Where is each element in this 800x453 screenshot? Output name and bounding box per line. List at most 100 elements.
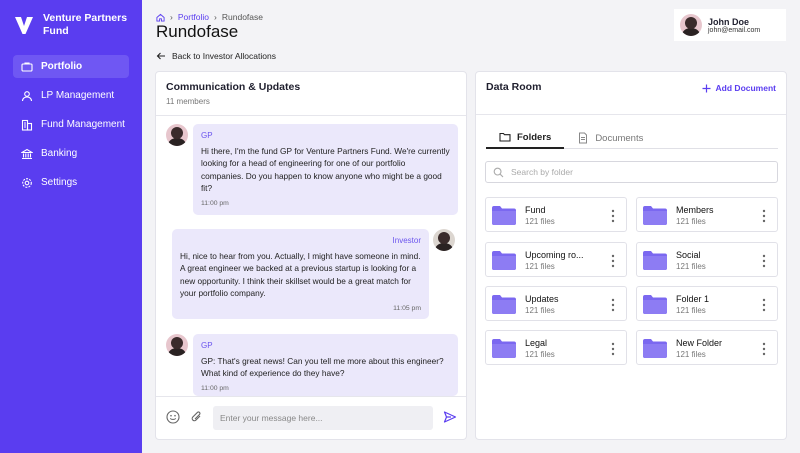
chat-members: 11 members [166,97,210,106]
folder-name: Upcoming ro... [525,250,584,260]
folder-count: 121 files [676,350,706,359]
folder-icon [492,206,516,225]
send-icon[interactable] [443,410,457,424]
more-options-icon[interactable] [761,208,767,224]
brand-name: Venture Partners Fund [43,12,128,37]
folder-icon [643,339,667,358]
paperclip-icon[interactable] [190,410,204,424]
chevron-right-icon: › [214,12,217,22]
search-input[interactable] [511,167,771,177]
sidebar-item-label: Banking [41,148,78,159]
sidebar-item-label: Fund Management [41,119,125,130]
breadcrumb-portfolio[interactable]: Portfolio [178,12,209,22]
folder-icon [643,206,667,225]
avatar [680,14,702,36]
folder-icon [492,295,516,314]
avatar [433,229,455,251]
home-icon[interactable] [156,13,165,22]
folder-name: Members [676,205,714,215]
more-options-icon[interactable] [761,297,767,313]
folder-card-fund[interactable]: Fund 121 files [485,197,627,232]
more-options-icon[interactable] [761,253,767,269]
document-icon [579,132,588,144]
sidebar-item-settings[interactable]: Settings [13,171,129,194]
folder-card-legal[interactable]: Legal 121 files [485,330,627,365]
sidebar-item-lp-management[interactable]: LP Management [13,84,129,107]
folder-card-social[interactable]: Social 121 files [636,242,778,277]
search-icon [493,167,504,177]
message-text: Hi, nice to hear from you. Actually, I m… [180,250,421,299]
message-time: 11:05 pm [393,304,421,312]
folder-name: Folder 1 [676,294,710,304]
emoji-icon[interactable] [166,410,180,424]
data-room-title: Data Room [486,81,542,93]
folder-count: 121 files [525,262,555,271]
folder-count: 121 files [525,350,555,359]
folder-card-members[interactable]: Members 121 files [636,197,778,232]
user-icon [21,90,33,101]
sidebar-item-label: Settings [41,177,78,188]
folder-icon [643,295,667,314]
folder-name: Social [676,250,701,260]
folder-card-new-folder[interactable]: New Folder 121 files [636,330,778,365]
message-time: 11:00 pm [201,384,229,392]
breadcrumb: › Portfolio › Rundofase [156,12,263,22]
chat-panel: Communication & Updates 11 members GP Hi… [155,71,467,440]
message-time: 11:00 pm [201,199,229,207]
arrow-left-icon [156,52,165,60]
folder-count: 121 files [676,217,706,226]
chevron-right-icon: › [170,12,173,22]
logo-icon [15,17,33,34]
more-options-icon[interactable] [610,208,616,224]
message-sender: Investor [392,236,421,245]
folder-card-folder-1[interactable]: Folder 1 121 files [636,286,778,321]
plus-icon [702,84,711,92]
divider [476,114,786,115]
folder-count: 121 files [676,262,706,271]
folder-icon [499,132,511,142]
message-investor: Investor Hi, nice to hear from you. Actu… [172,229,429,319]
folder-icon [492,339,516,358]
sidebar-item-fund-management[interactable]: Fund Management [13,113,129,136]
message-list[interactable]: GP Hi there, I'm the fund GP for Venture… [156,116,466,396]
back-label: Back to Investor Allocations [172,51,276,61]
folder-card-upcoming[interactable]: Upcoming ro... 121 files [485,242,627,277]
brand[interactable]: Venture Partners Fund [13,12,133,37]
back-link[interactable]: Back to Investor Allocations [156,51,276,61]
tab-documents[interactable]: Documents [564,127,656,149]
sidebar-item-banking[interactable]: Banking [13,142,129,165]
user-menu[interactable]: John Doe john@email.com [674,9,786,41]
folder-name: Legal [525,338,548,348]
message-composer [156,396,466,440]
folder-icon [643,251,667,270]
message-text: GP: That's great news! Can you tell me m… [201,355,444,379]
sidebar-item-label: Portfolio [41,61,83,72]
avatar [166,124,188,146]
folder-count: 121 files [525,217,555,226]
sidebar-item-portfolio[interactable]: Portfolio [13,55,129,78]
folder-card-updates[interactable]: Updates 121 files [485,286,627,321]
gear-icon [22,177,32,188]
message-sender: GP [201,341,213,350]
add-document-label: Add Document [715,83,776,93]
breadcrumb-current: Rundofase [221,12,263,22]
data-room-tabs: Folders Documents [486,127,778,149]
data-room-panel: Data Room Add Document Folders Documents… [475,71,787,440]
more-options-icon[interactable] [610,297,616,313]
folder-name: New Folder [676,338,723,348]
message-input[interactable] [213,406,433,430]
sidebar-item-label: LP Management [41,90,115,101]
more-options-icon[interactable] [610,341,616,357]
folder-icon [492,251,516,270]
more-options-icon[interactable] [610,253,616,269]
folder-count: 121 files [525,306,555,315]
more-options-icon[interactable] [761,341,767,357]
tab-label: Folders [517,131,552,143]
message-sender: GP [201,131,213,140]
tab-folders[interactable]: Folders [486,127,565,149]
tab-label: Documents [595,132,644,144]
add-document-button[interactable]: Add Document [702,83,776,93]
folder-count: 121 files [676,306,706,315]
message-gp-1: GP Hi there, I'm the fund GP for Venture… [193,124,458,215]
bank-icon [21,148,33,159]
